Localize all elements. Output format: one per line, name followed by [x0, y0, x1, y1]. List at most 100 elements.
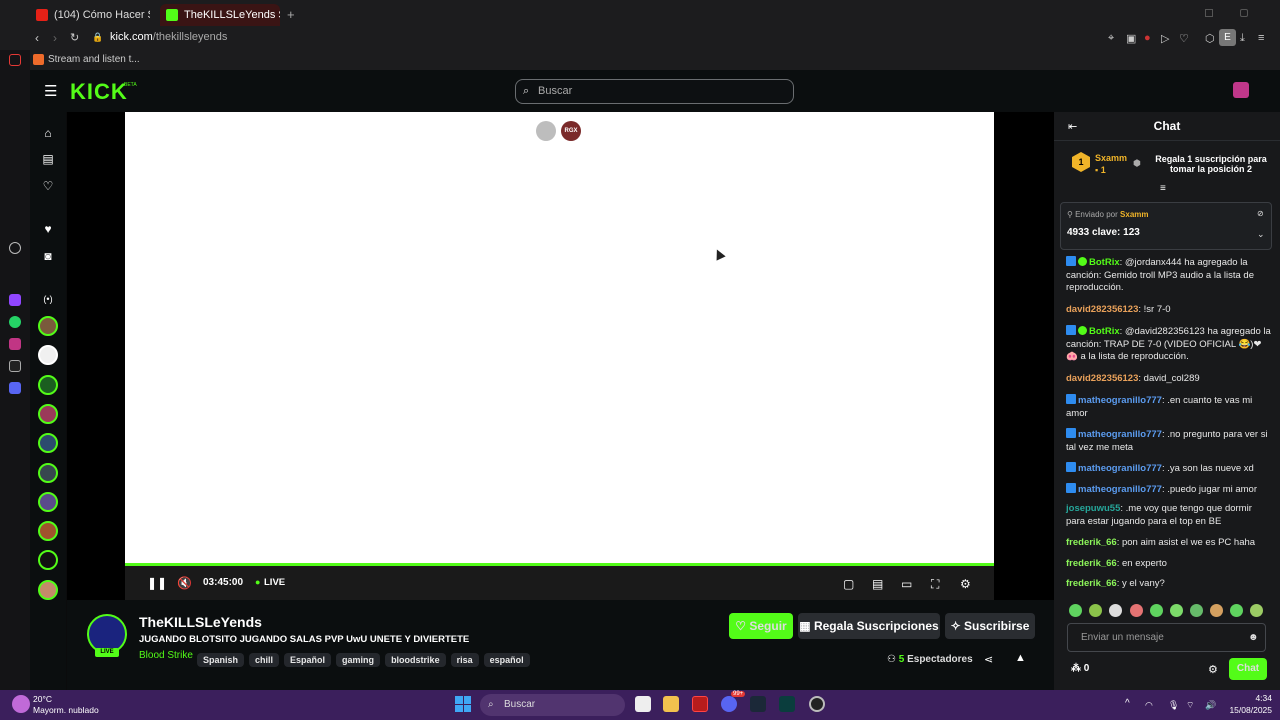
category-link[interactable]: Blood Strike: [139, 650, 193, 661]
tag-chip[interactable]: Español: [284, 653, 332, 667]
share-icon[interactable]: ⋖: [984, 653, 993, 666]
maximize-window-icon[interactable]: [1240, 9, 1248, 17]
menu-icon[interactable]: ≡: [1258, 32, 1264, 44]
forward-icon[interactable]: ›: [53, 31, 57, 45]
tag-chip[interactable]: Spanish: [197, 653, 245, 667]
emote-icon[interactable]: [1190, 604, 1203, 617]
extensions-icon[interactable]: ⬡: [1205, 32, 1215, 45]
new-tab-button[interactable]: +: [287, 7, 295, 22]
chevron-down-icon[interactable]: ⌄: [1257, 229, 1265, 240]
home-icon[interactable]: ⌂: [41, 126, 55, 140]
mute-icon[interactable]: 🔇: [177, 576, 192, 590]
download-icon[interactable]: ⤓: [1240, 32, 1245, 45]
clock-time[interactable]: 4:34: [1222, 693, 1272, 703]
miniplayer-icon[interactable]: ▢: [843, 577, 854, 591]
unpin-icon[interactable]: ⊘: [1257, 209, 1264, 218]
chat-settings-gear-icon[interactable]: ⚙: [1208, 663, 1218, 676]
adblock-icon[interactable]: ●: [1144, 32, 1151, 44]
kick-logo[interactable]: KICK: [70, 79, 128, 105]
gifter-cta[interactable]: Regala 1 suscripción para tomar la posic…: [1146, 154, 1276, 174]
weather-icon[interactable]: [12, 695, 30, 713]
followed-channel-avatar[interactable]: [38, 345, 58, 365]
followed-channel-avatar[interactable]: [38, 375, 58, 395]
expand-leaderboard-icon[interactable]: ≡: [1160, 183, 1166, 194]
chat-username[interactable]: david282356123: [1066, 304, 1138, 315]
tab-kick[interactable]: TheKILLSLeYends Stream: [160, 4, 280, 26]
followed-channel-avatar[interactable]: [38, 463, 58, 483]
emote-icon[interactable]: [1089, 604, 1102, 617]
whatsapp-icon[interactable]: [9, 316, 21, 328]
followed-channel-avatar[interactable]: [38, 580, 58, 600]
chat-username[interactable]: BotRix: [1089, 257, 1120, 268]
opera-gx-icon[interactable]: [692, 696, 708, 712]
followed-channel-avatar[interactable]: [38, 492, 58, 512]
tag-chip[interactable]: bloodstrike: [385, 653, 446, 667]
emoji-picker-icon[interactable]: ☻: [1248, 624, 1259, 651]
emote-icon[interactable]: [1109, 604, 1122, 617]
chatgpt-icon[interactable]: [9, 242, 21, 254]
chat-username[interactable]: frederik_66: [1066, 558, 1117, 569]
twitch-icon[interactable]: [9, 294, 21, 306]
instagram-icon[interactable]: [9, 338, 21, 350]
emote-icon[interactable]: [1130, 604, 1143, 617]
reload-icon[interactable]: ↻: [70, 31, 79, 44]
favorites-icon[interactable]: ♥: [41, 222, 55, 236]
emote-icon[interactable]: [1069, 604, 1082, 617]
chat-username[interactable]: david282356123: [1066, 373, 1138, 384]
tag-chip[interactable]: risa: [450, 653, 479, 667]
tag-chip[interactable]: español: [483, 653, 530, 667]
weather-temp[interactable]: 20°C: [33, 694, 52, 704]
gift-subs-button[interactable]: ▦ Regala Suscripciones: [798, 613, 940, 639]
clock-date[interactable]: 15/08/2025: [1222, 705, 1272, 715]
steam-icon[interactable]: [750, 696, 766, 712]
channel-name[interactable]: TheKILLSLeYends: [139, 614, 262, 630]
chat-username[interactable]: BotRix: [1089, 326, 1120, 337]
tag-chip[interactable]: chill: [249, 653, 280, 667]
followed-channel-avatar[interactable]: [38, 433, 58, 453]
following-icon[interactable]: ♡: [41, 179, 55, 193]
emote-icon[interactable]: [1170, 604, 1183, 617]
clip-icon[interactable]: ▤: [872, 577, 883, 591]
windows-start-icon[interactable]: [455, 696, 471, 712]
task-view-icon[interactable]: [635, 696, 651, 712]
network-icon[interactable]: ⌔: [1186, 700, 1194, 711]
pin-icon[interactable]: ⌖: [1108, 32, 1114, 45]
tab-youtube[interactable]: (104) Cómo Hacer Stream: [30, 4, 150, 26]
heart-outline-icon[interactable]: ♡: [1179, 32, 1189, 45]
obs-icon[interactable]: [809, 696, 825, 712]
video-frame[interactable]: RGX: [125, 112, 994, 564]
followed-channel-avatar[interactable]: [38, 521, 58, 541]
browse-icon[interactable]: ▤: [41, 152, 55, 166]
followed-channel-avatar[interactable]: [38, 316, 58, 336]
play-icon[interactable]: ▷: [1161, 32, 1169, 45]
discord-icon[interactable]: [9, 382, 21, 394]
chat-input[interactable]: Enviar un mensaje ☻: [1067, 623, 1266, 652]
discord-taskbar-icon[interactable]: [721, 696, 737, 712]
fullscreen-icon[interactable]: ⛶: [931, 577, 939, 592]
bookmark-item[interactable]: Stream and listen t...: [48, 54, 140, 65]
search-input[interactable]: ⌕ Buscar: [515, 79, 794, 104]
snapshot-icon[interactable]: ▣: [1126, 32, 1136, 45]
chat-username[interactable]: matheogranillo777: [1078, 395, 1162, 406]
followed-channel-avatar[interactable]: [38, 550, 58, 570]
chat-username[interactable]: frederik_66: [1066, 537, 1117, 548]
user-avatar-icon[interactable]: [1233, 82, 1249, 98]
hamburger-menu-icon[interactable]: ☰: [44, 82, 57, 100]
tiktok-icon[interactable]: [9, 360, 21, 372]
gifter-name[interactable]: Sxamm: [1095, 153, 1127, 163]
theater-mode-icon[interactable]: ▭: [901, 577, 912, 591]
subscribe-button[interactable]: ✧ Suscribirse: [945, 613, 1035, 639]
chevron-up-icon[interactable]: ^: [1125, 698, 1130, 709]
emote-icon[interactable]: [1150, 604, 1163, 617]
taskbar-search[interactable]: ⌕ Buscar: [480, 694, 625, 716]
pause-icon[interactable]: ❚❚: [147, 576, 167, 590]
wifi-icon[interactable]: ◠: [1145, 700, 1153, 711]
home-icon[interactable]: [9, 54, 21, 66]
emote-icon[interactable]: [1210, 604, 1223, 617]
tag-chip[interactable]: gaming: [336, 653, 381, 667]
settings-gear-icon[interactable]: ⚙: [960, 577, 971, 591]
chat-username[interactable]: matheogranillo777: [1078, 429, 1162, 440]
capcut-icon[interactable]: [779, 696, 795, 712]
chat-username[interactable]: matheogranillo777: [1078, 484, 1162, 495]
emote-icon[interactable]: [1250, 604, 1263, 617]
